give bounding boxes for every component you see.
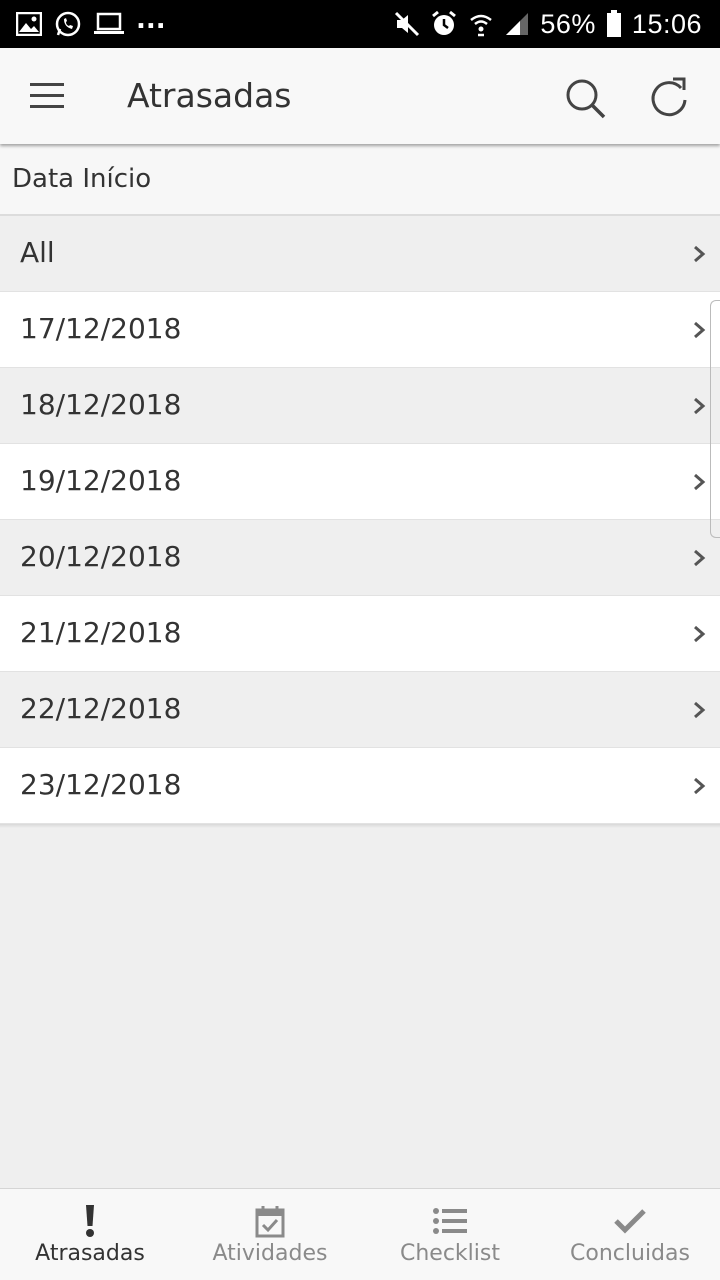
gallery-icon	[16, 12, 42, 36]
calendar-check-icon	[252, 1203, 288, 1239]
tab-atividades[interactable]: Atividades	[180, 1189, 360, 1280]
list-item[interactable]: 21/12/2018	[0, 596, 720, 672]
list-item-label: 17/12/2018	[20, 312, 182, 345]
chevron-right-icon	[694, 473, 706, 491]
section-header: Data Início	[0, 144, 720, 216]
tab-checklist[interactable]: Checklist	[360, 1189, 540, 1280]
list-item[interactable]: 17/12/2018	[0, 292, 720, 368]
checkmark-icon	[612, 1203, 648, 1239]
page-title: Atrasadas	[127, 76, 292, 115]
signal-icon	[504, 11, 530, 37]
laptop-icon	[94, 12, 124, 36]
search-icon[interactable]	[563, 76, 607, 120]
list-item-label: 20/12/2018	[20, 540, 182, 573]
chevron-right-icon	[694, 625, 706, 643]
tab-label: Atrasadas	[35, 1241, 145, 1266]
app-bar: Atrasadas	[0, 48, 720, 144]
date-list: All 17/12/2018 18/12/2018 19/12/2018 20/…	[0, 216, 720, 828]
list-item-label: 18/12/2018	[20, 388, 182, 421]
battery-percent: 56%	[540, 8, 596, 39]
list-icon	[432, 1203, 468, 1239]
tab-atrasadas[interactable]: Atrasadas	[0, 1189, 180, 1280]
list-item-label: All	[20, 236, 55, 269]
tab-label: Checklist	[400, 1241, 500, 1266]
chevron-right-icon	[694, 701, 706, 719]
section-header-label: Data Início	[12, 164, 152, 194]
battery-icon	[606, 10, 622, 38]
list-item-label: 19/12/2018	[20, 464, 182, 497]
status-bar: ... 56% 15:06	[0, 0, 720, 48]
list-item-all[interactable]: All	[0, 216, 720, 292]
bottom-nav: Atrasadas Atividades Checklist Concluida…	[0, 1188, 720, 1280]
exclamation-icon	[72, 1203, 108, 1239]
tab-label: Atividades	[212, 1241, 328, 1266]
list-item-label: 21/12/2018	[20, 616, 182, 649]
chevron-right-icon	[694, 397, 706, 415]
menu-icon[interactable]	[30, 80, 64, 110]
list-item[interactable]: 20/12/2018	[0, 520, 720, 596]
list-item[interactable]: 23/12/2018	[0, 748, 720, 824]
list-item[interactable]: 19/12/2018	[0, 444, 720, 520]
chevron-right-icon	[694, 549, 706, 567]
list-item[interactable]: 22/12/2018	[0, 672, 720, 748]
clock: 15:06	[631, 8, 702, 39]
more-notifications: ...	[136, 5, 166, 35]
list-item-label: 23/12/2018	[20, 768, 182, 801]
chevron-right-icon	[694, 245, 706, 263]
tab-label: Concluidas	[570, 1241, 690, 1266]
mute-icon	[394, 11, 420, 37]
chevron-right-icon	[694, 321, 706, 339]
list-item-label: 22/12/2018	[20, 692, 182, 725]
wifi-icon	[468, 11, 494, 37]
refresh-icon[interactable]	[647, 76, 691, 120]
chevron-right-icon	[694, 777, 706, 795]
scroll-indicator[interactable]	[710, 300, 720, 538]
tab-concluidas[interactable]: Concluidas	[540, 1189, 720, 1280]
list-bottom-shadow	[0, 824, 720, 828]
alarm-icon	[430, 10, 458, 38]
list-item[interactable]: 18/12/2018	[0, 368, 720, 444]
whatsapp-icon	[54, 10, 82, 38]
